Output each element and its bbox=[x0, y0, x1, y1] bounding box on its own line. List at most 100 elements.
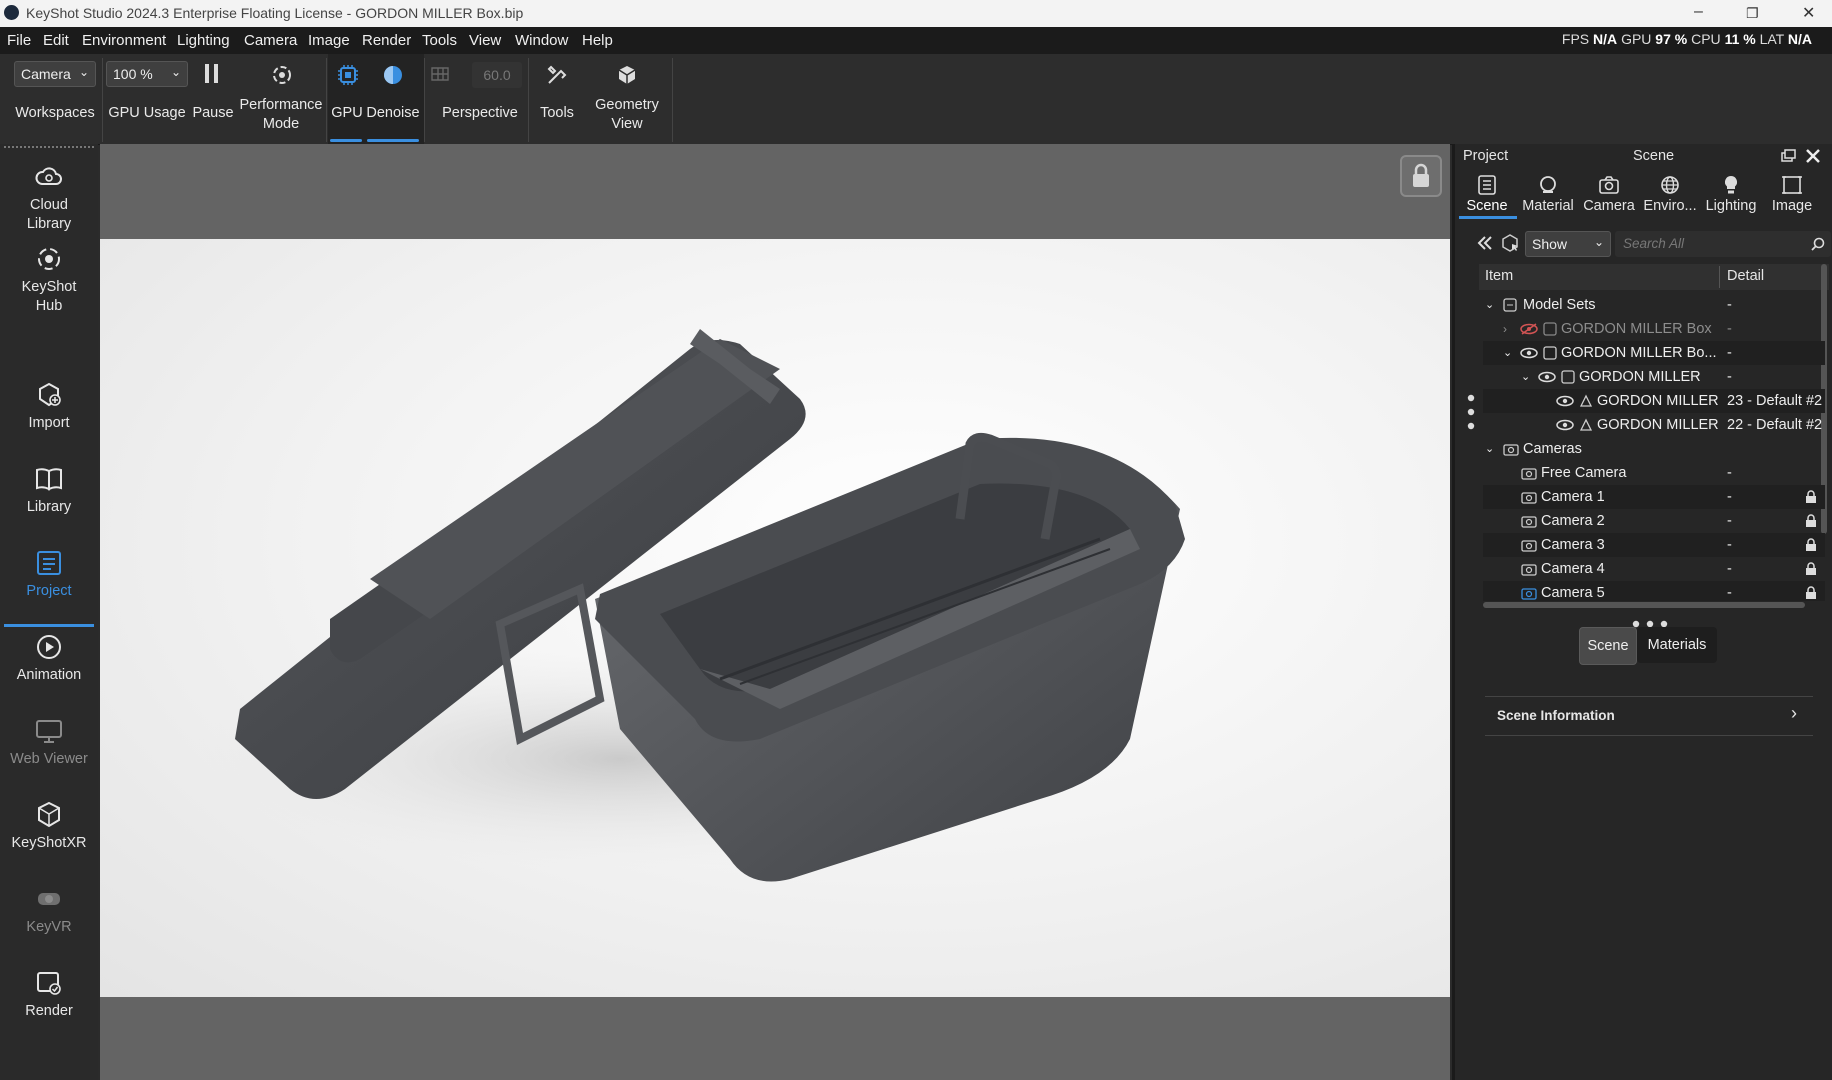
camera-lock-icon[interactable] bbox=[1805, 490, 1817, 504]
expand-arrow-icon[interactable]: ⌄ bbox=[1485, 293, 1494, 317]
tab-lighting[interactable]: Lighting bbox=[1701, 174, 1761, 214]
performance-mode-button[interactable]: Performance Mode bbox=[238, 58, 324, 142]
menu-render[interactable]: Render bbox=[362, 32, 411, 49]
tree-row-free-camera[interactable]: Free Camera - bbox=[1483, 461, 1825, 485]
sidebar-item-cloud-library[interactable]: Cloud Library bbox=[0, 162, 98, 234]
tree-row-part[interactable]: GORDON MILLER 23 - Default #2 bbox=[1483, 389, 1825, 413]
tree-row-part[interactable]: GORDON MILLER 22 - Default #2 bbox=[1483, 413, 1825, 437]
sidebar-item-library[interactable]: Library bbox=[0, 464, 98, 517]
tools-icon bbox=[547, 65, 567, 84]
visible-eye-icon[interactable] bbox=[1555, 395, 1575, 407]
tab-scene[interactable]: Scene bbox=[1457, 174, 1517, 214]
tree-row-model-set-1[interactable]: › GORDON MILLER Box - bbox=[1483, 317, 1825, 341]
render-viewport[interactable] bbox=[100, 144, 1450, 1080]
tree-row-camera-4[interactable]: Camera 4 - bbox=[1483, 557, 1825, 581]
close-panel-icon[interactable] bbox=[1805, 148, 1821, 164]
bottom-tab-materials[interactable]: Materials bbox=[1637, 627, 1717, 663]
undock-icon[interactable] bbox=[1781, 149, 1797, 163]
tree-row-camera-3[interactable]: Camera 3 - bbox=[1483, 533, 1825, 557]
mesh-part-icon bbox=[1579, 418, 1593, 431]
tree-row-model-sets[interactable]: ⌄ Model Sets - bbox=[1483, 293, 1825, 317]
performance-mode-icon bbox=[273, 66, 291, 84]
import-icon bbox=[39, 382, 61, 407]
tools-button[interactable]: Tools bbox=[532, 58, 582, 142]
panel-splitter-handle[interactable] bbox=[1467, 394, 1475, 434]
tab-camera[interactable]: Camera bbox=[1579, 174, 1639, 214]
pause-button[interactable]: Pause bbox=[192, 58, 234, 138]
hidden-eye-icon[interactable] bbox=[1519, 323, 1539, 335]
bottom-tab-scene[interactable]: Scene bbox=[1579, 627, 1637, 665]
camera-lock-icon[interactable] bbox=[1805, 586, 1817, 600]
close-window-button[interactable]: ✕ bbox=[1802, 3, 1815, 23]
visibility-filter-select[interactable]: Show ⌄ bbox=[1525, 231, 1611, 257]
tab-environment[interactable]: Enviro... bbox=[1640, 174, 1700, 214]
sidebar-grip[interactable] bbox=[4, 146, 94, 148]
tree-row-camera-1[interactable]: Camera 1 - bbox=[1483, 485, 1825, 509]
menu-file[interactable]: File bbox=[7, 32, 31, 49]
denoise-toggle[interactable]: Denoise bbox=[364, 58, 422, 142]
menu-bar: File Edit Environment Lighting Camera Im… bbox=[0, 27, 1832, 54]
sidebar-item-animation[interactable]: Animation bbox=[0, 632, 98, 685]
geometry-view-button[interactable]: Geometry View bbox=[586, 58, 668, 142]
sidebar-item-render[interactable]: Render bbox=[0, 968, 98, 1021]
menu-camera[interactable]: Camera bbox=[244, 32, 297, 49]
maximize-button[interactable]: ❐ bbox=[1746, 5, 1759, 22]
tree-horizontal-scrollbar[interactable] bbox=[1483, 602, 1805, 608]
animation-icon bbox=[37, 635, 61, 659]
tree-row-model-set-2[interactable]: ⌄ GORDON MILLER Bo... - bbox=[1483, 341, 1825, 365]
tree-row-camera-5[interactable]: Camera 5 - bbox=[1483, 581, 1825, 601]
scene-information-section[interactable]: Scene Information › bbox=[1485, 697, 1813, 735]
camera-grid-icon[interactable] bbox=[430, 64, 450, 84]
sidebar-item-keyshot-hub[interactable]: KeyShot Hub bbox=[0, 244, 98, 316]
camera-lock-icon[interactable] bbox=[1805, 538, 1817, 552]
expand-arrow-icon[interactable]: › bbox=[1503, 317, 1507, 341]
window-title: KeyShot Studio 2024.3 Enterprise Floatin… bbox=[26, 5, 524, 21]
sidebar-item-import[interactable]: Import bbox=[0, 380, 98, 433]
panel-title-project: Project bbox=[1463, 148, 1509, 164]
realtime-render-image[interactable] bbox=[100, 239, 1450, 997]
tab-image[interactable]: Image bbox=[1762, 174, 1822, 214]
vertical-splitter-handle[interactable] bbox=[1630, 616, 1670, 628]
sidebar-item-web-viewer[interactable]: Web Viewer bbox=[0, 716, 98, 769]
camera-icon bbox=[1521, 516, 1537, 528]
minimize-button[interactable]: – bbox=[1694, 3, 1703, 21]
expand-arrow-icon[interactable]: ⌄ bbox=[1503, 341, 1512, 365]
chevron-down-icon: ⌄ bbox=[1593, 235, 1604, 249]
sidebar-item-keyshotxr[interactable]: KeyShotXR bbox=[0, 800, 98, 853]
visible-eye-icon[interactable] bbox=[1537, 371, 1557, 383]
sidebar-item-project[interactable]: Project bbox=[0, 548, 98, 601]
gpu-toggle[interactable]: GPU bbox=[329, 58, 365, 142]
camera-icon bbox=[1521, 492, 1537, 504]
visible-eye-icon[interactable] bbox=[1555, 419, 1575, 431]
column-detail[interactable]: Detail bbox=[1727, 268, 1764, 284]
select-cursor-icon[interactable] bbox=[1499, 232, 1521, 254]
tree-row-group[interactable]: ⌄ GORDON MILLER - bbox=[1483, 365, 1825, 389]
mesh-part-icon bbox=[1579, 394, 1593, 407]
sidebar-item-keyvr[interactable]: KeyVR bbox=[0, 884, 98, 937]
collapse-all-icon[interactable] bbox=[1475, 234, 1493, 252]
visible-eye-icon[interactable] bbox=[1519, 347, 1539, 359]
viewport-lock-button[interactable] bbox=[1400, 155, 1442, 197]
scene-search-input[interactable]: Search All bbox=[1615, 231, 1831, 257]
workspace-select[interactable]: Camera ⌄ bbox=[14, 61, 96, 87]
denoise-active-indicator bbox=[367, 139, 419, 142]
perspective-label: Perspective bbox=[442, 105, 518, 121]
camera-lock-icon[interactable] bbox=[1805, 514, 1817, 528]
expand-arrow-icon[interactable]: ⌄ bbox=[1521, 365, 1530, 389]
tree-row-cameras[interactable]: ⌄ Cameras bbox=[1483, 437, 1825, 461]
menu-window[interactable]: Window bbox=[515, 32, 568, 49]
column-item[interactable]: Item bbox=[1485, 268, 1513, 284]
menu-environment[interactable]: Environment bbox=[82, 32, 166, 49]
menu-lighting[interactable]: Lighting bbox=[177, 32, 230, 49]
menu-help[interactable]: Help bbox=[582, 32, 613, 49]
menu-view[interactable]: View bbox=[469, 32, 501, 49]
tree-row-camera-2[interactable]: Camera 2 - bbox=[1483, 509, 1825, 533]
menu-edit[interactable]: Edit bbox=[43, 32, 69, 49]
camera-lock-icon[interactable] bbox=[1805, 562, 1817, 576]
gpu-usage-select[interactable]: 100 % ⌄ bbox=[106, 61, 188, 87]
tab-material[interactable]: Material bbox=[1518, 174, 1578, 214]
expand-arrow-icon[interactable]: ⌄ bbox=[1485, 437, 1494, 461]
field-of-view-input[interactable]: 60.0 bbox=[472, 62, 522, 88]
menu-tools[interactable]: Tools bbox=[422, 32, 457, 49]
menu-image[interactable]: Image bbox=[308, 32, 350, 49]
